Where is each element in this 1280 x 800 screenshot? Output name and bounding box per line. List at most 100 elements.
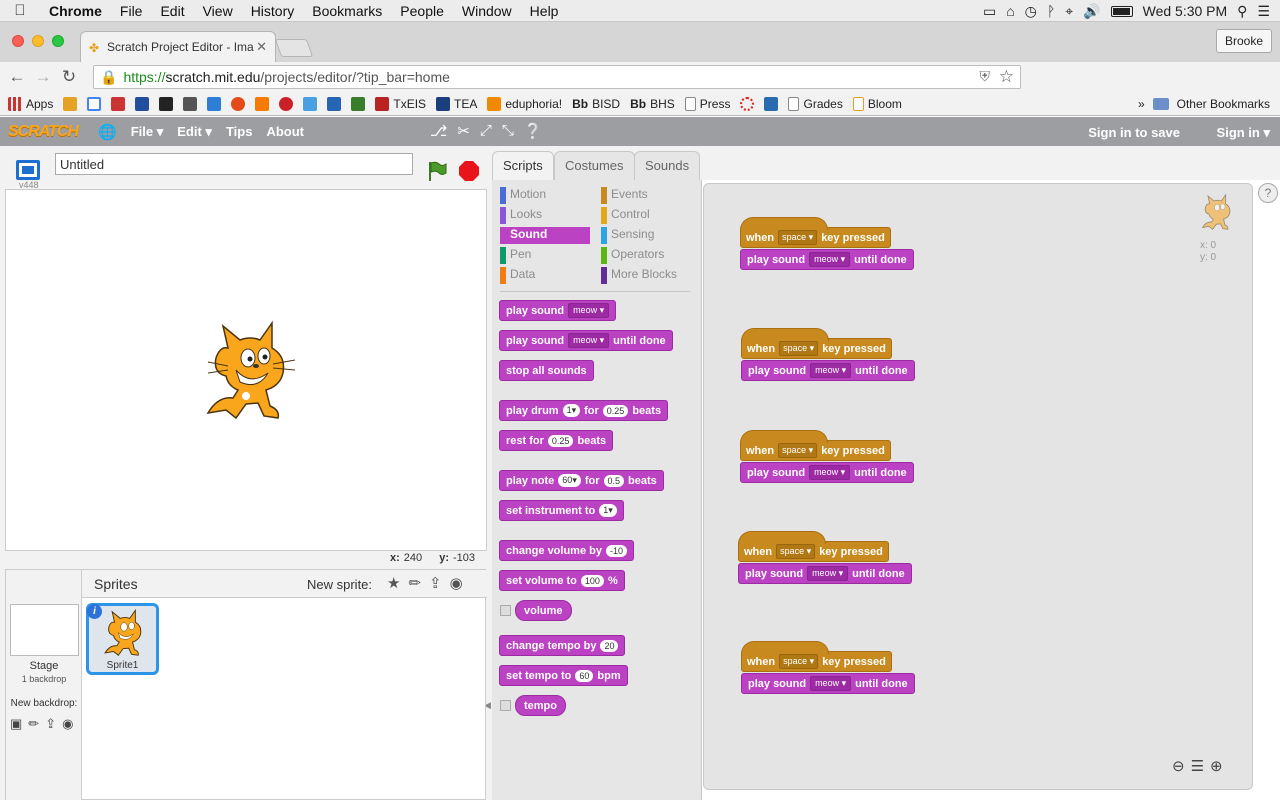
clock[interactable]: Wed 5:30 PM <box>1143 3 1228 19</box>
more-bookmarks-chevron-icon[interactable]: » <box>1138 97 1145 111</box>
drum-input[interactable]: 1 <box>563 404 581 417</box>
category-sound[interactable]: Sound <box>500 227 590 244</box>
category-operators[interactable]: Operators <box>601 247 691 264</box>
category-events[interactable]: Events <box>601 187 691 204</box>
small-stage-icon[interactable] <box>16 160 40 180</box>
notification-center-icon[interactable]: ☰ <box>1257 3 1270 20</box>
note-input[interactable]: 60 <box>558 474 581 487</box>
scripts-area[interactable] <box>703 183 1253 790</box>
hat-when-key-pressed[interactable]: whenspacekey pressed <box>741 651 892 672</box>
menu-bookmarks[interactable]: Bookmarks <box>303 3 391 19</box>
block-play-note[interactable]: play note60for0.5beats <box>499 470 664 491</box>
help-icon[interactable]: ? <box>1258 183 1278 203</box>
key-dropdown[interactable]: space <box>778 230 817 245</box>
reporter-volume[interactable]: volume <box>515 600 572 621</box>
grow-icon[interactable]: ⤢ <box>480 122 492 140</box>
project-title-input[interactable] <box>55 153 413 175</box>
category-pen[interactable]: Pen <box>500 247 590 264</box>
block-set-instrument[interactable]: set instrument to1 <box>499 500 624 521</box>
bookmark-bloom[interactable]: Bloom <box>853 97 902 111</box>
apple-icon[interactable]:  <box>0 2 40 19</box>
beats-input[interactable]: 0.25 <box>603 405 629 417</box>
category-control[interactable]: Control <box>601 207 691 224</box>
volume-icon[interactable]: 🔊 <box>1083 3 1100 20</box>
tab-sounds[interactable]: Sounds <box>634 151 700 181</box>
block-change-volume[interactable]: change volume by-10 <box>499 540 634 561</box>
duplicate-stamp-icon[interactable]: ⎇ <box>430 122 447 140</box>
bookmark-bisd[interactable]: BbBISD <box>572 97 620 111</box>
bookmark-press[interactable]: Press <box>685 97 731 111</box>
beats-input[interactable]: 0.5 <box>604 475 625 487</box>
key-dropdown[interactable]: space <box>779 341 818 356</box>
scratch-logo[interactable]: SCRATCH <box>8 123 78 141</box>
minimize-window-icon[interactable] <box>32 35 44 47</box>
shield-icon[interactable]: ⛨ <box>980 68 991 85</box>
bookmark-icon-blue[interactable] <box>764 97 778 111</box>
scratch-tips-menu[interactable]: Tips <box>226 124 253 139</box>
stage-thumbnail[interactable] <box>10 604 79 656</box>
airplay-icon[interactable]: ▭ <box>983 3 996 20</box>
back-icon[interactable]: ← <box>4 67 30 87</box>
volume-input[interactable]: 100 <box>581 575 604 587</box>
bookmark-icon-13[interactable] <box>351 97 365 111</box>
bookmark-txeis[interactable]: TxEIS <box>375 97 426 111</box>
stop-icon[interactable] <box>459 161 479 181</box>
instrument-input[interactable]: 1 <box>599 504 617 517</box>
green-flag-icon[interactable] <box>426 160 448 182</box>
block-play-drum[interactable]: play drum1for0.25beats <box>499 400 668 421</box>
cat-sprite-icon[interactable] <box>198 318 298 428</box>
hat-when-key-pressed[interactable]: whenspacekey pressed <box>741 338 892 359</box>
menu-view[interactable]: View <box>194 3 242 19</box>
profile-button[interactable]: Brooke <box>1216 29 1272 53</box>
address-bar[interactable]: 🔒 https:// scratch.mit.edu /projects/edi… <box>93 65 1021 89</box>
bookmark-bhs[interactable]: BbBHS <box>630 97 675 111</box>
reporter-tempo[interactable]: tempo <box>515 695 566 716</box>
browser-tab[interactable]: ✤ Scratch Project Editor - Ima ✕ <box>80 31 276 62</box>
sound-dropdown[interactable]: meow <box>810 676 851 691</box>
menu-chrome[interactable]: Chrome <box>40 3 111 19</box>
block-play-sound-until-done[interactable]: play soundmeowuntil done <box>738 563 912 584</box>
key-dropdown[interactable]: space <box>778 443 817 458</box>
menu-window[interactable]: Window <box>453 3 521 19</box>
new-tab-button[interactable] <box>275 39 314 57</box>
delete-scissors-icon[interactable]: ✂ <box>457 122 470 140</box>
sign-in-to-save[interactable]: Sign in to save <box>1088 125 1180 140</box>
scratch-about-menu[interactable]: About <box>266 124 304 139</box>
spotlight-icon[interactable]: ⚲ <box>1237 3 1247 20</box>
bookmark-icon-red-circle[interactable] <box>740 97 754 111</box>
forward-icon[interactable]: → <box>30 67 56 87</box>
sound-dropdown[interactable]: meow <box>809 252 850 267</box>
block-help-icon[interactable]: ❔ <box>524 122 543 140</box>
hat-when-key-pressed[interactable]: whenspacekey pressed <box>740 227 891 248</box>
block-play-sound-until-done[interactable]: play soundmeowuntil done <box>499 330 673 351</box>
volume-change-input[interactable]: -10 <box>606 545 627 557</box>
stage-canvas[interactable] <box>5 189 487 551</box>
other-bookmarks[interactable]: Other Bookmarks <box>1177 97 1270 111</box>
zoom-in-icon[interactable]: ⊕ <box>1210 757 1223 775</box>
category-motion[interactable]: Motion <box>500 187 590 204</box>
close-window-icon[interactable] <box>12 35 24 47</box>
bookmark-icon-11[interactable] <box>303 97 317 111</box>
bookmark-icon-6[interactable] <box>183 97 197 111</box>
hat-when-key-pressed[interactable]: whenspacekey pressed <box>738 541 889 562</box>
tempo-input[interactable]: 60 <box>575 670 593 682</box>
bookmark-icon-4[interactable] <box>135 97 149 111</box>
sound-dropdown[interactable]: meow <box>568 333 609 348</box>
category-data[interactable]: Data <box>500 267 590 284</box>
time-machine-icon[interactable]: ◷ <box>1025 3 1037 20</box>
bookmark-google[interactable] <box>87 97 101 111</box>
bookmark-pinterest[interactable] <box>279 97 293 111</box>
zoom-out-icon[interactable]: ⊖ <box>1172 757 1185 775</box>
block-play-sound-until-done[interactable]: play soundmeowuntil done <box>740 249 914 270</box>
category-sensing[interactable]: Sensing <box>601 227 691 244</box>
sign-in-menu[interactable]: Sign in ▾ <box>1217 125 1270 141</box>
paint-backdrop-icon[interactable]: ✏ <box>28 716 39 732</box>
category-looks[interactable]: Looks <box>500 207 590 224</box>
tempo-checkbox[interactable] <box>500 700 511 711</box>
sound-dropdown[interactable]: meow <box>807 566 848 581</box>
block-play-sound-until-done[interactable]: play soundmeowuntil done <box>740 462 914 483</box>
bookmark-tea[interactable]: TEA <box>436 97 477 111</box>
block-set-tempo[interactable]: set tempo to60bpm <box>499 665 628 686</box>
zoom-window-icon[interactable] <box>52 35 64 47</box>
key-dropdown[interactable]: space <box>776 544 815 559</box>
